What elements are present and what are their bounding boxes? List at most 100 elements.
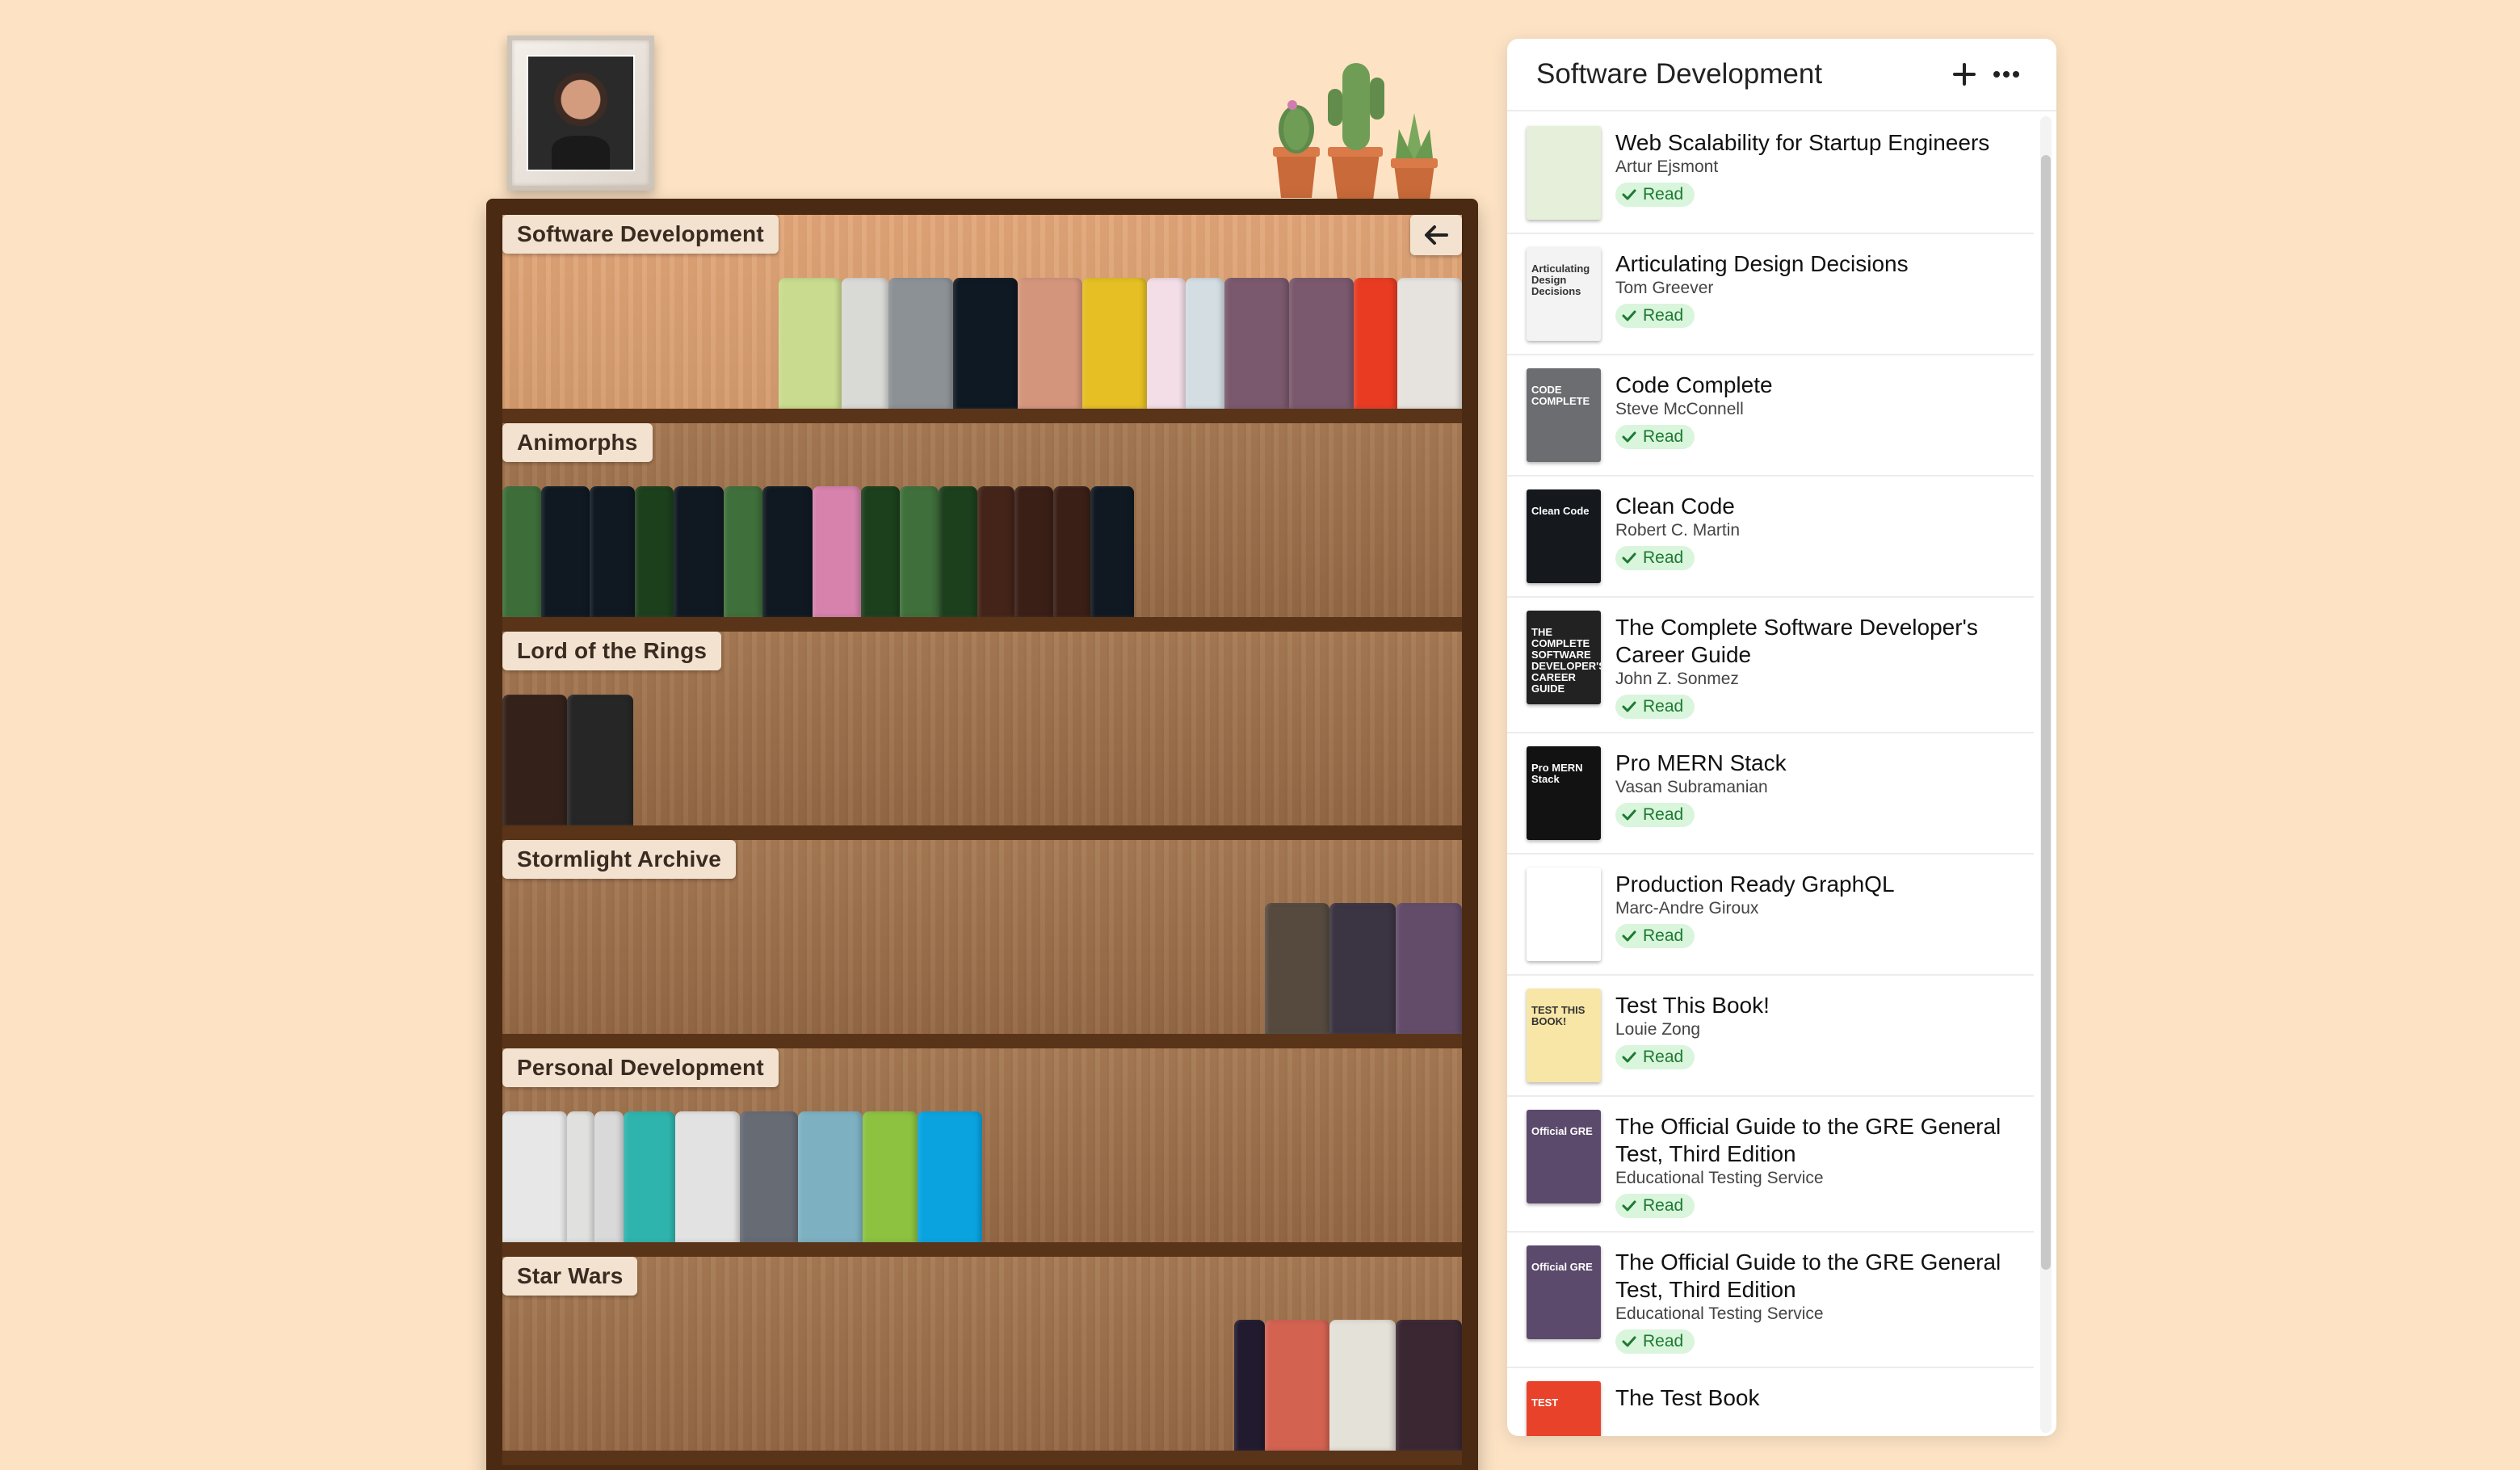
shelf-row: Animorphs [502,423,1462,632]
book-title: Production Ready GraphQL [1615,872,1895,897]
book-spine[interactable] [1396,903,1462,1034]
scrollbar[interactable] [2040,116,2052,1433]
book-spine[interactable] [1329,903,1396,1034]
book-list-item[interactable]: TEST THIS BOOK! Test This Book! Louie Zong… [1507,976,2034,1097]
plus-icon [1953,63,1976,86]
checkmark-icon [1622,809,1636,821]
book-spine[interactable] [1397,278,1462,409]
book-spine[interactable] [1082,278,1147,409]
profile-photo-frame[interactable] [507,36,654,191]
book-spine[interactable] [861,486,900,617]
shelf-label[interactable]: Personal Development [502,1048,779,1087]
book-meta: The Official Guide to the GRE General Te… [1615,1245,2021,1354]
book-list-item[interactable]: Production Ready GraphQL Marc-Andre Girou… [1507,855,2034,976]
book-spine[interactable] [740,1111,798,1242]
status-badge[interactable]: Read [1615,1329,1695,1354]
book-spine[interactable] [779,278,842,409]
book-list-item[interactable]: Clean Code Clean Code Robert C. Martin Read [1507,477,2034,598]
book-spine[interactable] [977,486,1014,617]
book-row [779,278,1462,409]
book-spine[interactable] [888,278,953,409]
book-list-item[interactable]: Web Scalability for Startup Engineers Art… [1507,113,2034,234]
book-spine[interactable] [1354,278,1397,409]
book-list-item[interactable]: TEST The Test Book [1507,1368,2034,1436]
status-label: Read [1643,697,1684,716]
status-badge[interactable]: Read [1615,1045,1695,1069]
book-meta: The Test Book [1615,1381,2021,1436]
shelf-label[interactable]: Software Development [502,215,779,254]
book-list-item[interactable]: THE COMPLETE SOFTWARE DEVELOPER'S CAREER… [1507,598,2034,733]
book-cover: TEST THIS BOOK! [1527,989,1601,1082]
book-cover: Pro MERN Stack [1527,746,1601,840]
book-spine[interactable] [918,1111,982,1242]
status-badge[interactable]: Read [1615,803,1695,827]
status-badge[interactable]: Read [1615,924,1695,948]
status-badge[interactable]: Read [1615,546,1695,570]
book-cover: TEST [1527,1381,1601,1436]
scrollbar-thumb[interactable] [2041,155,2051,1270]
add-book-button[interactable] [1943,53,1985,95]
book-spine[interactable] [900,486,939,617]
shelf-label[interactable]: Animorphs [502,423,653,462]
status-label: Read [1643,1048,1684,1066]
book-spine[interactable] [1147,278,1186,409]
book-spine[interactable] [502,486,541,617]
book-spine[interactable] [1265,1320,1329,1451]
status-badge[interactable]: Read [1615,695,1695,719]
status-badge[interactable]: Read [1615,1194,1695,1218]
book-spine[interactable] [541,486,590,617]
book-cover: CODE COMPLETE [1527,368,1601,462]
book-spine[interactable] [762,486,813,617]
book-spine[interactable] [939,486,977,617]
book-list[interactable]: Web Scalability for Startup Engineers Art… [1507,113,2034,1436]
book-spine[interactable] [1329,1320,1396,1451]
book-cover: Official GRE [1527,1110,1601,1203]
book-spine[interactable] [675,1111,740,1242]
book-spine[interactable] [502,695,567,825]
book-spine[interactable] [842,278,888,409]
book-spine[interactable] [624,1111,675,1242]
book-list-item[interactable]: Articulating Design Decisions Articulatin… [1507,234,2034,355]
book-spine[interactable] [1014,486,1053,617]
book-cover [1527,126,1601,220]
shelf-label[interactable]: Lord of the Rings [502,632,722,670]
book-spine[interactable] [1265,903,1329,1034]
book-meta: Test This Book! Louie Zong Read [1615,989,2021,1082]
book-spine[interactable] [863,1111,918,1242]
book-list-item[interactable]: Official GRE The Official Guide to the GR… [1507,1233,2034,1368]
book-spine[interactable] [1090,486,1134,617]
shelf-label[interactable]: Stormlight Archive [502,840,737,879]
back-button[interactable] [1410,215,1462,255]
book-spine[interactable] [567,695,633,825]
book-spine[interactable] [1018,278,1082,409]
checkmark-icon [1622,1052,1636,1063]
book-spine[interactable] [953,278,1018,409]
book-list-item[interactable]: Official GRE The Official Guide to the GR… [1507,1097,2034,1233]
shelf-label[interactable]: Star Wars [502,1257,638,1296]
book-spine[interactable] [1234,1320,1265,1451]
arrow-left-icon [1425,225,1448,245]
book-spine[interactable] [1186,278,1224,409]
checkmark-icon [1622,701,1636,712]
book-spine[interactable] [724,486,762,617]
book-spine[interactable] [1053,486,1090,617]
book-spine[interactable] [635,486,674,617]
book-spine[interactable] [502,1111,567,1242]
checkmark-icon [1622,552,1636,564]
book-spine[interactable] [1289,278,1354,409]
book-list-item[interactable]: Pro MERN Stack Pro MERN Stack Vasan Subram… [1507,733,2034,855]
book-spine[interactable] [594,1111,624,1242]
book-spine[interactable] [567,1111,594,1242]
book-spine[interactable] [813,486,861,617]
status-badge[interactable]: Read [1615,425,1695,449]
book-author: Tom Greever [1615,279,1714,297]
book-spine[interactable] [590,486,635,617]
book-spine[interactable] [1396,1320,1462,1451]
book-spine[interactable] [798,1111,863,1242]
status-badge[interactable]: Read [1615,304,1695,328]
status-badge[interactable]: Read [1615,183,1695,207]
book-spine[interactable] [1224,278,1289,409]
book-spine[interactable] [674,486,724,617]
more-options-button[interactable] [1985,53,2027,95]
book-list-item[interactable]: CODE COMPLETE Code Complete Steve McConnel… [1507,355,2034,477]
